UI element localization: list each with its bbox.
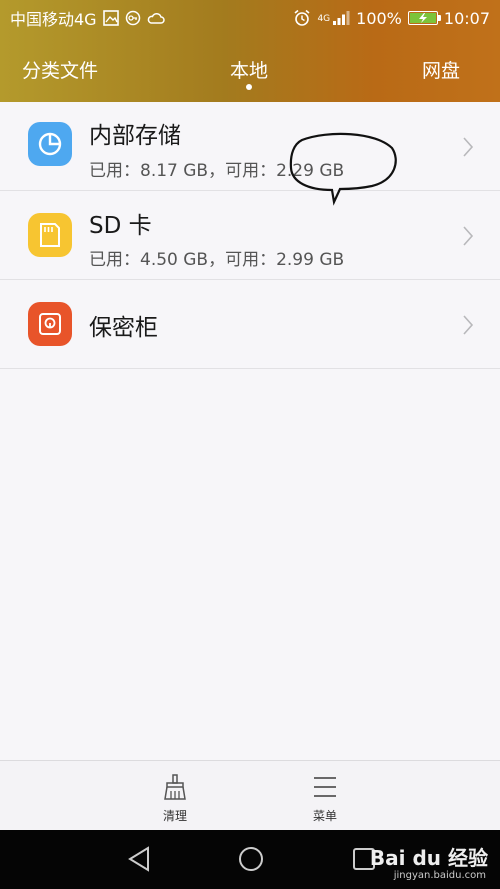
list-item-sd-card[interactable]: SD 卡 已用：4.50 GB，可用：2.99 GB: [0, 191, 500, 280]
bottom-toolbar: 清理 菜单: [0, 760, 500, 830]
alarm-icon: [293, 9, 311, 27]
sd-card-icon: [28, 213, 72, 257]
chevron-right-icon: [463, 226, 474, 246]
broom-icon: [164, 774, 186, 800]
chevron-right-icon: [463, 137, 474, 157]
chevron-right-icon: [463, 315, 474, 335]
network-badge: 4G: [317, 13, 331, 24]
list-item-safe-box[interactable]: 保密柜: [0, 280, 500, 369]
watermark-url: jingyan.baidu.com: [393, 870, 486, 881]
storage-usage: 已用：4.50 GB，可用：2.99 GB: [89, 250, 345, 270]
clock: 10:07: [443, 8, 490, 28]
active-tab-indicator: [246, 84, 252, 90]
status-right: 4G 100% 10:07: [293, 9, 490, 28]
carrier-label: 中国移动4G: [10, 10, 97, 29]
system-navigation-bar: Bai du 经验 jingyan.baidu.com: [0, 830, 500, 889]
storage-list: 内部存储 已用：8.17 GB，可用：2.29 GB SD 卡 已用：4.50 …: [0, 102, 500, 369]
tab-categories[interactable]: 分类文件: [22, 56, 98, 83]
storage-title: 保密柜: [89, 315, 158, 341]
menu-label: 菜单: [312, 809, 337, 823]
storage-title: 内部存储: [89, 123, 181, 149]
tab-local[interactable]: 本地: [230, 56, 268, 83]
battery-percent: 100%: [356, 8, 402, 28]
list-item-internal-storage[interactable]: 内部存储 已用：8.17 GB，可用：2.29 GB: [0, 102, 500, 191]
menu-icon: [314, 777, 336, 797]
signal-icon: [332, 10, 350, 26]
image-icon: [102, 10, 119, 26]
tab-bar: 分类文件 本地 网盘: [0, 48, 500, 92]
battery-icon: [407, 11, 441, 25]
safe-icon: [28, 302, 72, 346]
watermark-logo: Bai du 经验: [369, 846, 488, 870]
home-icon[interactable]: [236, 844, 266, 874]
tab-cloud-disk[interactable]: 网盘: [422, 56, 460, 83]
status-bar: 中国移动4G 4G 100% 10:07: [0, 0, 500, 36]
pie-chart-icon: [28, 122, 72, 166]
clean-label: 清理: [162, 809, 187, 823]
app-header: 中国移动4G 4G 100% 10:07 分类文件 本地 网盘: [0, 0, 500, 102]
menu-button[interactable]: 菜单: [285, 769, 365, 829]
cloud-icon: [147, 11, 165, 25]
back-icon[interactable]: [124, 844, 154, 874]
storage-title: SD 卡: [89, 213, 152, 239]
storage-usage: 已用：8.17 GB，可用：2.29 GB: [89, 161, 345, 181]
status-left: 中国移动4G: [10, 6, 165, 30]
vpn-icon: [125, 10, 141, 26]
clean-button[interactable]: 清理: [135, 769, 215, 829]
